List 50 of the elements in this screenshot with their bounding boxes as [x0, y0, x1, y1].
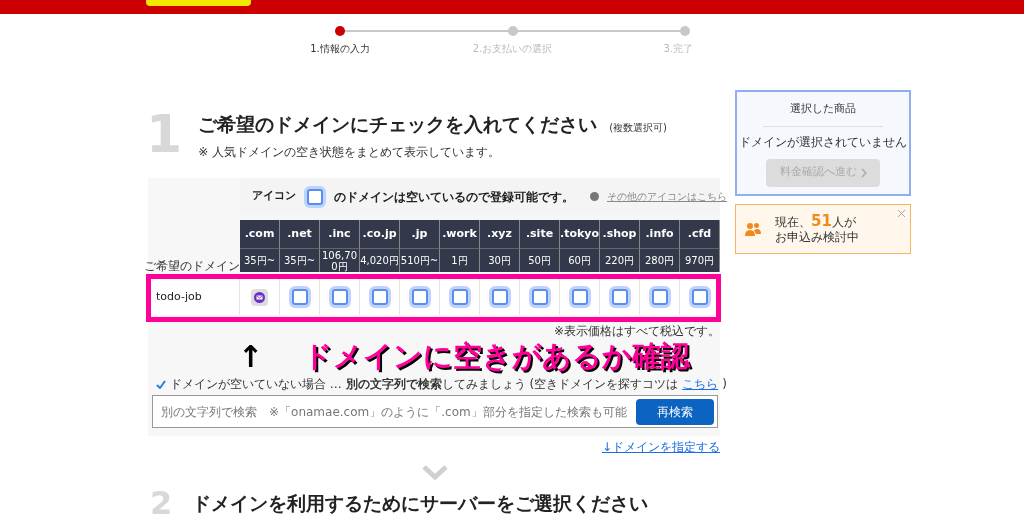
specify-domain-link[interactable]: ↓ドメインを指定する — [601, 438, 720, 456]
column-header: .tokyo — [560, 220, 600, 248]
step-label: 1.情報の入力 — [310, 42, 370, 56]
price-cell: 510円~ — [400, 248, 440, 272]
other-icons-link[interactable]: その他のアイコンはこちら — [607, 189, 727, 204]
cart-title: 選択した商品 — [790, 101, 856, 117]
column-header: .work — [440, 220, 480, 248]
section-title: ご希望のドメインにチェックを入れてください — [198, 112, 598, 137]
legend-text: のドメインは空いているので登録可能です。 — [334, 188, 574, 206]
row-label: ご希望のドメイン — [144, 258, 240, 272]
annotation-text: ドメインに空きがあるか確認 — [303, 337, 691, 375]
tips-link[interactable]: こちら — [682, 375, 719, 393]
column-header: .info — [640, 220, 680, 248]
empty-message: ドメインが選択されていません — [739, 133, 907, 151]
annotation-arrow: ↑ — [238, 338, 264, 376]
title-note: (複数選択可) — [609, 121, 667, 135]
column-header: .com — [240, 220, 280, 248]
hint-text: ドメインが空いていない場合 … 別の文字列で検索してみましょう (空きドメインを探すコツは — [170, 376, 679, 393]
viewer-count: 51 — [811, 213, 832, 229]
price-cell: 35円~ — [280, 248, 320, 272]
price-cell: 1円 — [440, 248, 480, 272]
section-subtitle: ※ 人気ドメインの空き状態をまとめて表示しています。 — [198, 143, 502, 161]
price-cell: 35円~ — [240, 248, 280, 272]
price-cell: 970円 — [680, 248, 720, 272]
notice-text: 人が — [831, 214, 856, 230]
step-label: 2.お支払いの選択 — [472, 42, 553, 56]
legend-text: アイコン — [252, 188, 296, 205]
column-header: .jp — [400, 220, 440, 248]
section-title: ドメインを利用するためにサーバーをご選択ください — [192, 491, 649, 516]
price-cell: 106,700円 — [320, 248, 360, 272]
column-header: .xyz — [480, 220, 520, 248]
price-cell: 30円 — [480, 248, 520, 272]
price-cell: 280円 — [640, 248, 680, 272]
step-label: 3.完了 — [663, 42, 693, 56]
column-header: .inc — [320, 220, 360, 248]
search-field[interactable]: 別の文字列で検索 ※「onamae.com」のように「.com」部分を指定した検索も可能 再検索 — [152, 395, 718, 428]
notice-text: お申込み検討中 — [775, 229, 859, 245]
hint-text: ) — [722, 376, 727, 393]
price-cell: 4,020円 — [360, 248, 400, 272]
column-header: .co.jp — [360, 220, 400, 248]
tax-note: ※表示価格はすべて税込です。 — [553, 323, 720, 340]
column-header: .cfd — [680, 220, 720, 248]
price-cell: 50円 — [520, 248, 560, 272]
column-header: .net — [280, 220, 320, 248]
column-header: .site — [520, 220, 560, 248]
price-cell: 60円 — [560, 248, 600, 272]
notice-text: 現在、 — [775, 214, 811, 230]
search-button[interactable]: 再検索 — [636, 398, 714, 425]
column-header: .shop — [600, 220, 640, 248]
price-cell: 220円 — [600, 248, 640, 272]
